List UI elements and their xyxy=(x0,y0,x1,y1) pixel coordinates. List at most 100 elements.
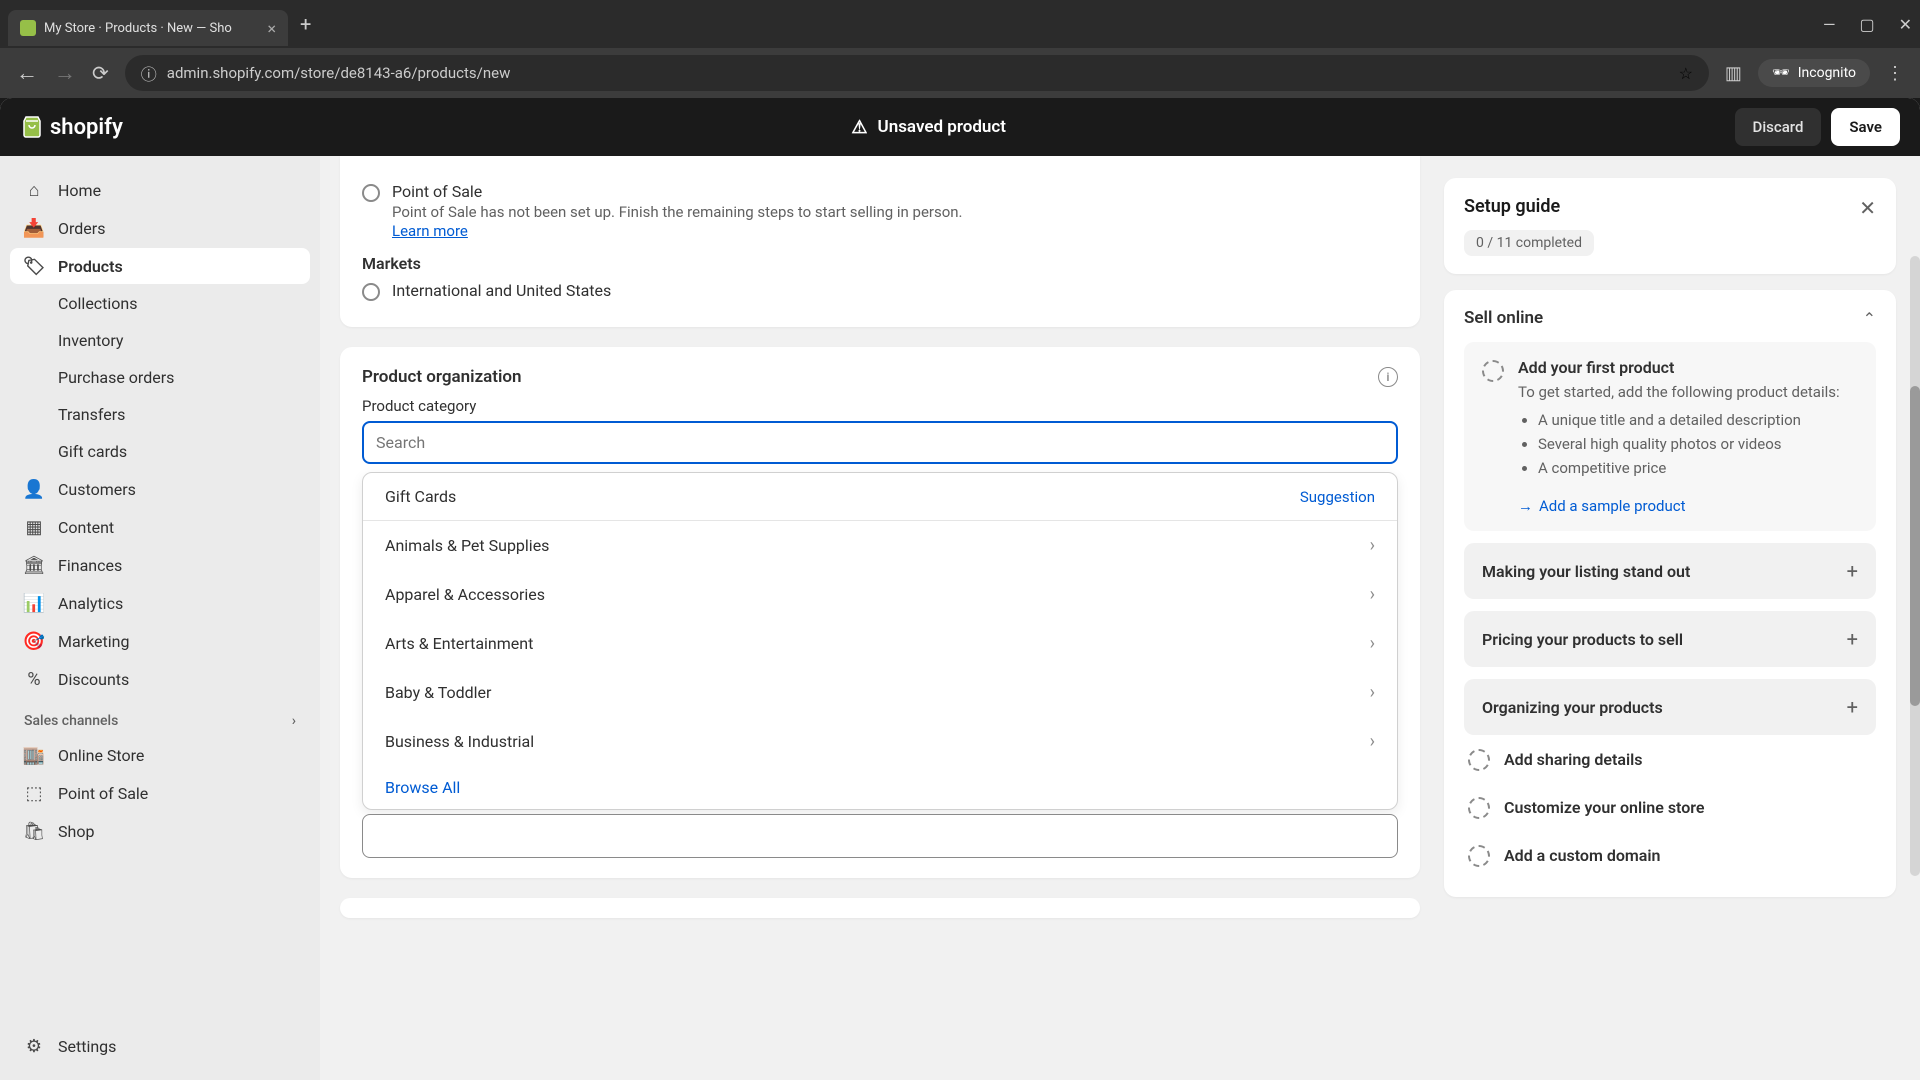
bookmark-icon[interactable]: ☆ xyxy=(1679,64,1693,83)
sharing-task[interactable]: Add sharing details xyxy=(1464,735,1876,783)
forward-button[interactable]: → xyxy=(54,60,76,86)
site-info-icon[interactable]: ⓘ xyxy=(141,61,157,85)
pricing-task[interactable]: Pricing your products to sell + xyxy=(1464,611,1876,667)
nav-label: Customers xyxy=(58,480,136,499)
nav-gift-cards[interactable]: Gift cards xyxy=(10,434,310,469)
bullet-item: A competitive price xyxy=(1538,459,1858,477)
dd-gift-cards[interactable]: Gift Cards Suggestion xyxy=(363,473,1397,520)
task-status-icon xyxy=(1468,797,1490,819)
learn-more-link[interactable]: Learn more xyxy=(392,222,468,240)
category-search-input[interactable] xyxy=(362,421,1398,464)
nav-label: Point of Sale xyxy=(58,784,148,803)
nav-products[interactable]: 🏷Products xyxy=(10,248,310,284)
nav-pos[interactable]: ⬚ Point of Sale xyxy=(10,775,310,811)
save-button[interactable]: Save xyxy=(1831,108,1900,146)
nav-discounts[interactable]: %Discounts xyxy=(10,661,310,697)
nav-label: Gift cards xyxy=(58,442,127,461)
products-icon: 🏷 xyxy=(24,256,44,276)
mini-title: Pricing your products to sell xyxy=(1482,630,1683,649)
shopify-favicon xyxy=(20,20,36,36)
nav-inventory[interactable]: Inventory xyxy=(10,323,310,358)
store-icon: 🏬 xyxy=(24,745,44,765)
customers-icon: 👤 xyxy=(24,479,44,499)
sell-online-toggle[interactable]: Sell online ⌃ xyxy=(1464,308,1876,328)
dd-animals[interactable]: Animals & Pet Supplies› xyxy=(363,521,1397,570)
dd-arts[interactable]: Arts & Entertainment› xyxy=(363,619,1397,668)
orders-icon: 📥 xyxy=(24,218,44,238)
dd-business[interactable]: Business & Industrial› xyxy=(363,717,1397,766)
discounts-icon: % xyxy=(24,669,44,689)
nav-content[interactable]: ▦ Content xyxy=(10,509,310,545)
pos-checkbox[interactable] xyxy=(362,184,380,202)
dd-baby[interactable]: Baby & Toddler› xyxy=(363,668,1397,717)
incognito-badge: 🕶 Incognito xyxy=(1758,59,1870,87)
nav-home[interactable]: ⌂Home xyxy=(10,172,310,208)
nav-online-store[interactable]: 🏬Online Store xyxy=(10,737,310,773)
sales-channels-header[interactable]: Sales channels› xyxy=(10,699,310,735)
bullet-item: A unique title and a detailed descriptio… xyxy=(1538,411,1858,429)
markets-title: Markets xyxy=(362,254,1398,273)
plus-icon: + xyxy=(1847,559,1858,583)
address-bar[interactable]: ⓘ admin.shopify.com/store/de8143-a6/prod… xyxy=(125,55,1709,91)
dd-label: Animals & Pet Supplies xyxy=(385,536,549,555)
new-tab-button[interactable]: + xyxy=(300,12,311,36)
pos-icon: ⬚ xyxy=(24,783,44,803)
browser-url-bar: ← → ⟳ ⓘ admin.shopify.com/store/de8143-a… xyxy=(0,48,1920,98)
nav-settings[interactable]: ⚙Settings xyxy=(10,1028,310,1064)
listing-task[interactable]: Making your listing stand out + xyxy=(1464,543,1876,599)
close-tab-icon[interactable]: × xyxy=(267,19,276,38)
domain-task[interactable]: Add a custom domain xyxy=(1464,831,1876,879)
active-tab[interactable]: My Store · Products · New — Sho × xyxy=(8,10,288,46)
extensions-icon[interactable]: ▥ xyxy=(1725,63,1742,84)
task-status-icon xyxy=(1468,845,1490,867)
chevron-right-icon: › xyxy=(1370,682,1375,703)
menu-icon[interactable]: ⋮ xyxy=(1886,63,1904,84)
nav-label: Transfers xyxy=(58,405,125,424)
plus-icon: + xyxy=(1847,627,1858,651)
shopify-logo[interactable]: shopify xyxy=(20,115,123,140)
nav-label: Content xyxy=(58,518,114,537)
nav-analytics[interactable]: 📊Analytics xyxy=(10,585,310,621)
browse-all-link[interactable]: Browse All xyxy=(363,766,1397,809)
nav-shop[interactable]: 🛍Shop xyxy=(10,813,310,849)
markets-checkbox[interactable] xyxy=(362,283,380,301)
reload-button[interactable]: ⟳ xyxy=(92,61,109,85)
nav-marketing[interactable]: 🎯Marketing xyxy=(10,623,310,659)
nav-customers[interactable]: 👤 Customers xyxy=(10,471,310,507)
unsaved-banner: Unsaved product xyxy=(878,117,1006,137)
nav-collections[interactable]: Collections xyxy=(10,286,310,321)
tab-title: My Store · Products · New — Sho xyxy=(44,21,259,36)
app-header: shopify ⚠ Unsaved product Discard Save xyxy=(0,98,1920,156)
nav-transfers[interactable]: Transfers xyxy=(10,397,310,432)
nav-orders[interactable]: 📥Orders xyxy=(10,210,310,246)
marketing-icon: 🎯 xyxy=(24,631,44,651)
dd-label: Gift Cards xyxy=(385,487,456,506)
tags-input[interactable] xyxy=(362,814,1398,858)
scrollbar-track[interactable] xyxy=(1910,256,1920,876)
nav-label: Collections xyxy=(58,294,138,313)
chevron-right-icon: › xyxy=(1370,584,1375,605)
close-icon[interactable]: ✕ xyxy=(1859,196,1876,220)
nav-purchase-orders[interactable]: Purchase orders xyxy=(10,360,310,395)
customize-task[interactable]: Customize your online store xyxy=(1464,783,1876,831)
content-icon: ▦ xyxy=(24,517,44,537)
nav-finances[interactable]: 🏛Finances xyxy=(10,547,310,583)
sales-channels-card: Point of Sale Point of Sale has not been… xyxy=(340,156,1420,327)
back-button[interactable]: ← xyxy=(16,60,38,86)
scrollbar-thumb[interactable] xyxy=(1910,386,1920,706)
info-icon[interactable]: i xyxy=(1378,367,1398,387)
home-icon: ⌂ xyxy=(24,180,44,200)
nav-label: Shop xyxy=(58,822,94,841)
shopify-bag-icon xyxy=(20,115,44,139)
close-window-icon[interactable]: ✕ xyxy=(1899,15,1912,34)
dd-apparel[interactable]: Apparel & Accessories› xyxy=(363,570,1397,619)
add-sample-link[interactable]: → Add a sample product xyxy=(1518,497,1686,515)
product-organization-card: Product organization i Product category … xyxy=(340,347,1420,878)
nav-label: Purchase orders xyxy=(58,368,174,387)
setup-guide-panel: Setup guide ✕ 0 / 11 completed Sell onli… xyxy=(1440,156,1920,1080)
minimize-icon[interactable]: — xyxy=(1823,15,1836,34)
maximize-icon[interactable]: ▢ xyxy=(1859,15,1874,34)
organizing-task[interactable]: Organizing your products + xyxy=(1464,679,1876,735)
discard-button[interactable]: Discard xyxy=(1735,108,1822,146)
main-content: Point of Sale Point of Sale has not been… xyxy=(320,156,1440,1080)
